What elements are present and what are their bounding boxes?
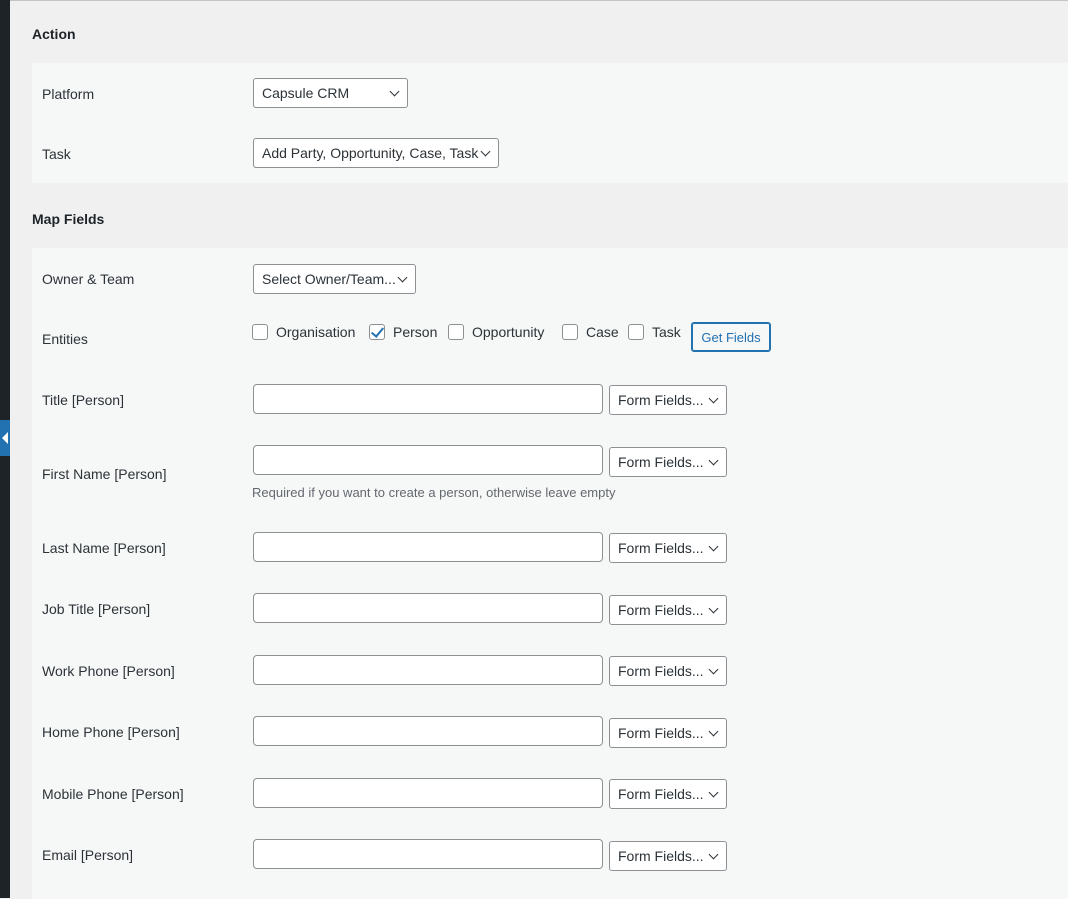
platform-label: Platform bbox=[42, 86, 94, 102]
checkbox-icon[interactable] bbox=[628, 324, 644, 340]
chevron-down-icon bbox=[709, 788, 719, 798]
collapse-arrow-icon bbox=[2, 432, 8, 444]
chevron-down-icon bbox=[390, 87, 400, 97]
entity-label: Person bbox=[393, 324, 437, 340]
checkbox-icon[interactable] bbox=[448, 324, 464, 340]
home-phone-form-field-select[interactable]: Form Fields... bbox=[609, 718, 727, 748]
chevron-down-icon bbox=[709, 604, 719, 614]
chevron-down-icon bbox=[709, 542, 719, 552]
work-phone-form-field-select[interactable]: Form Fields... bbox=[609, 656, 727, 686]
field-label-work-phone: Work Phone [Person] bbox=[42, 663, 175, 679]
first-name-help-text: Required if you want to create a person,… bbox=[252, 485, 615, 500]
work-phone-input[interactable] bbox=[253, 655, 603, 685]
select-value: Form Fields... bbox=[618, 602, 704, 618]
first-name-input[interactable] bbox=[253, 445, 603, 475]
map-fields-heading: Map Fields bbox=[32, 211, 104, 227]
select-value: Form Fields... bbox=[618, 848, 704, 864]
map-fields-panel: Owner & Team Select Owner/Team... Entiti… bbox=[32, 248, 1068, 899]
chevron-down-icon bbox=[709, 456, 719, 466]
chevron-down-icon bbox=[709, 727, 719, 737]
owner-team-label: Owner & Team bbox=[42, 271, 134, 287]
field-label-job-title: Job Title [Person] bbox=[42, 601, 150, 617]
field-label-title: Title [Person] bbox=[42, 392, 124, 408]
select-value: Form Fields... bbox=[618, 454, 704, 470]
select-value: Form Fields... bbox=[618, 392, 704, 408]
entity-label: Task bbox=[652, 324, 681, 340]
entity-label: Organisation bbox=[276, 324, 355, 340]
job-title-form-field-select[interactable]: Form Fields... bbox=[609, 595, 727, 625]
entities-label: Entities bbox=[42, 331, 88, 347]
entity-label: Opportunity bbox=[472, 324, 544, 340]
platform-select-value: Capsule CRM bbox=[262, 85, 349, 101]
field-label-last-name: Last Name [Person] bbox=[42, 540, 166, 556]
first-name-form-field-select[interactable]: Form Fields... bbox=[609, 447, 727, 477]
entity-label: Case bbox=[586, 324, 619, 340]
action-heading: Action bbox=[32, 26, 76, 42]
chevron-down-icon bbox=[709, 665, 719, 675]
select-value: Form Fields... bbox=[618, 540, 704, 556]
select-value: Form Fields... bbox=[618, 786, 704, 802]
field-label-mobile-phone: Mobile Phone [Person] bbox=[42, 786, 184, 802]
job-title-input[interactable] bbox=[253, 593, 603, 623]
title-input[interactable] bbox=[253, 384, 603, 414]
checkbox-icon[interactable] bbox=[252, 324, 268, 340]
task-select-value: Add Party, Opportunity, Case, Task bbox=[262, 145, 478, 161]
last-name-form-field-select[interactable]: Form Fields... bbox=[609, 533, 727, 563]
title-form-field-select[interactable]: Form Fields... bbox=[609, 385, 727, 415]
email-input[interactable] bbox=[253, 839, 603, 869]
mobile-phone-input[interactable] bbox=[253, 778, 603, 808]
field-label-home-phone: Home Phone [Person] bbox=[42, 724, 180, 740]
checkbox-checked-icon[interactable] bbox=[369, 324, 385, 340]
platform-select[interactable]: Capsule CRM bbox=[253, 78, 408, 108]
sidebar-collapse-tab[interactable] bbox=[0, 420, 10, 456]
chevron-down-icon bbox=[709, 850, 719, 860]
chevron-down-icon bbox=[481, 147, 491, 157]
action-panel: Platform Capsule CRM Task Add Party, Opp… bbox=[32, 63, 1068, 183]
select-value: Form Fields... bbox=[618, 725, 704, 741]
get-fields-button[interactable]: Get Fields bbox=[691, 322, 771, 352]
select-value: Form Fields... bbox=[618, 663, 704, 679]
chevron-down-icon bbox=[398, 273, 408, 283]
mobile-phone-form-field-select[interactable]: Form Fields... bbox=[609, 779, 727, 809]
last-name-input[interactable] bbox=[253, 532, 603, 562]
email-form-field-select[interactable]: Form Fields... bbox=[609, 841, 727, 871]
checkbox-icon[interactable] bbox=[562, 324, 578, 340]
owner-team-select-value: Select Owner/Team... bbox=[262, 271, 396, 287]
admin-sidebar bbox=[0, 0, 10, 898]
field-label-first-name: First Name [Person] bbox=[42, 466, 166, 482]
task-select[interactable]: Add Party, Opportunity, Case, Task bbox=[253, 138, 499, 168]
field-label-email: Email [Person] bbox=[42, 847, 133, 863]
settings-content: Action Platform Capsule CRM Task Add Par… bbox=[10, 1, 1068, 898]
task-label: Task bbox=[42, 146, 71, 162]
home-phone-input[interactable] bbox=[253, 716, 603, 746]
owner-team-select[interactable]: Select Owner/Team... bbox=[253, 264, 416, 294]
chevron-down-icon bbox=[709, 394, 719, 404]
